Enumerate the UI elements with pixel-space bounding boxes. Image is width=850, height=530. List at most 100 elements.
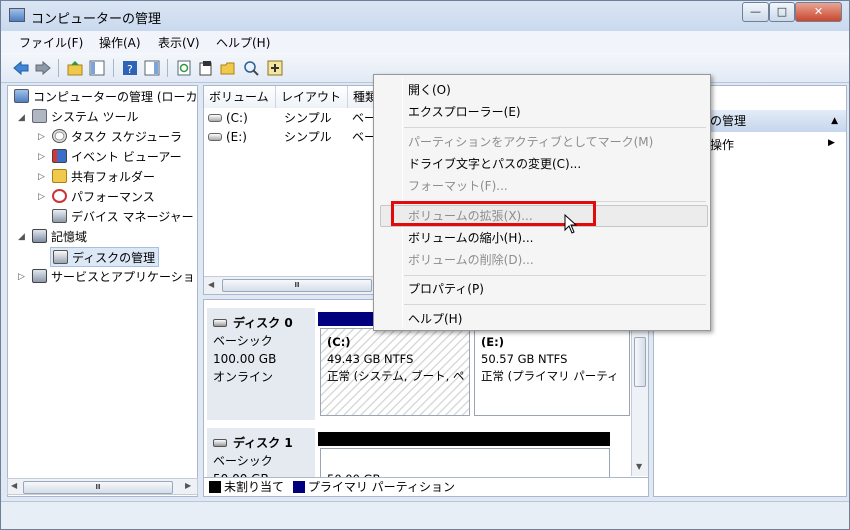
- forward-arrow-icon[interactable]: [35, 60, 51, 76]
- layout-cell: シンプル: [284, 111, 332, 125]
- list-scroll-thumb[interactable]: Ⅲ: [222, 279, 372, 292]
- partition-e[interactable]: (E:) 50.57 GB NTFS 正常 (プライマリ パーティ: [474, 328, 630, 416]
- settings-icon[interactable]: [267, 60, 283, 76]
- partition-e-status: 正常 (プライマリ パーティ: [481, 369, 619, 383]
- tree-scroll-thumb[interactable]: Ⅲ: [23, 481, 173, 494]
- menu-separator: [404, 127, 706, 128]
- close-button[interactable]: ✕: [795, 2, 842, 22]
- tree-item-system-tools[interactable]: システム ツール: [32, 107, 138, 127]
- menu-separator: [404, 304, 706, 305]
- scroll-down-arrow-icon[interactable]: ▼: [636, 462, 642, 471]
- menu-file[interactable]: ファイル(F): [19, 34, 83, 51]
- disk-0-status: オンライン: [213, 370, 274, 384]
- collapse-up-icon[interactable]: ▲: [831, 110, 838, 132]
- tree-label: サービスとアプリケーショ: [51, 270, 195, 284]
- tree-item-computer-management[interactable]: コンピューターの管理 (ローカ: [14, 87, 198, 107]
- toolbar-separator: [113, 59, 114, 77]
- help-icon[interactable]: ?: [122, 60, 138, 76]
- menu-item-explorer[interactable]: エクスプローラー(E): [408, 102, 521, 122]
- disk-0-size: 100.00 GB: [213, 352, 277, 366]
- volume-cell: (E:): [226, 130, 247, 144]
- maximize-button[interactable]: □: [769, 2, 795, 22]
- menu-view[interactable]: 表示(V): [158, 34, 200, 51]
- tree-item-event-viewer[interactable]: イベント ビューアー: [52, 147, 182, 167]
- menu-item-help[interactable]: ヘルプ(H): [408, 309, 462, 329]
- window-title: コンピューターの管理: [31, 12, 162, 27]
- menu-action[interactable]: 操作(A): [99, 34, 141, 51]
- graphic-scroll-thumb[interactable]: [634, 337, 646, 387]
- actions-item-more[interactable]: 操作: [710, 136, 734, 153]
- show-hide-tree-icon[interactable]: [89, 60, 105, 76]
- table-row[interactable]: (C:) シンプル ベー: [204, 109, 376, 128]
- event-viewer-icon: [52, 149, 67, 163]
- disk-0-label[interactable]: ディスク 0 ベーシック 100.00 GB オンライン: [207, 308, 315, 420]
- disk-0-title: ディスク 0: [213, 314, 309, 332]
- tree-label: パフォーマンス: [71, 190, 155, 204]
- partition-c-size: 49.43 GB NTFS: [327, 352, 414, 366]
- disk-management-icon: [53, 250, 68, 264]
- tree-item-storage[interactable]: 記憶域: [32, 227, 87, 247]
- menu-item-shrink-volume[interactable]: ボリュームの縮小(H)...: [408, 228, 533, 248]
- expand-arrow-icon[interactable]: ◢: [18, 113, 25, 123]
- actions-item-label: 操作: [710, 138, 735, 152]
- menu-item-delete-volume[interactable]: ボリュームの削除(D)...: [408, 250, 534, 270]
- shared-folder-icon: [52, 169, 67, 183]
- show-hide-actions-icon[interactable]: [144, 60, 160, 76]
- column-header-layout[interactable]: レイアウト: [276, 86, 348, 108]
- legend-primary-partition: プライマリ パーティション: [307, 480, 455, 494]
- disk-1-partition-spacer: [327, 454, 603, 471]
- tree-label: イベント ビューアー: [71, 150, 182, 164]
- open-folder-icon[interactable]: [220, 60, 236, 76]
- menu-item-mark-active[interactable]: パーティションをアクティブとしてマーク(M): [408, 132, 653, 152]
- tree-label: タスク スケジューラ: [71, 130, 182, 144]
- refresh-icon[interactable]: [176, 60, 192, 76]
- disk-0-kind: ベーシック: [213, 334, 273, 348]
- tree-item-device-manager[interactable]: デバイス マネージャー: [52, 207, 194, 227]
- scroll-right-arrow-icon[interactable]: ▶: [185, 481, 191, 490]
- performance-icon: [52, 189, 67, 203]
- layout-cell: シンプル: [284, 130, 332, 144]
- submenu-arrow-icon: ▶: [828, 138, 835, 148]
- scroll-left-arrow-icon[interactable]: ◀: [11, 481, 17, 490]
- expand-arrow-icon[interactable]: ◢: [18, 232, 25, 242]
- tree-item-performance[interactable]: パフォーマンス: [52, 187, 155, 207]
- collapsed-arrow-icon[interactable]: ▷: [38, 132, 45, 142]
- actions-header-label: の管理: [710, 114, 747, 128]
- title-bar[interactable]: コンピューターの管理 — □ ✕: [1, 1, 849, 31]
- tree-horizontal-scrollbar[interactable]: ◀ Ⅲ ▶: [7, 478, 198, 495]
- table-row[interactable]: (E:) シンプル ベー: [204, 128, 376, 147]
- collapsed-arrow-icon[interactable]: ▷: [38, 152, 45, 162]
- menu-item-open[interactable]: 開く(O): [408, 80, 451, 100]
- collapsed-arrow-icon[interactable]: ▷: [38, 172, 45, 182]
- menu-help[interactable]: ヘルプ(H): [216, 34, 270, 51]
- column-header-volume[interactable]: ボリューム: [204, 86, 276, 108]
- legend: 未割り当て プライマリ パーティション: [203, 477, 649, 497]
- properties-icon[interactable]: [198, 60, 214, 76]
- unallocated-swatch: [209, 481, 221, 493]
- menu-item-format[interactable]: フォーマット(F)...: [408, 176, 508, 196]
- tree-label: 記憶域: [51, 230, 88, 244]
- search-icon[interactable]: [243, 60, 259, 76]
- tree-label: コンピューターの管理 (ローカ: [33, 90, 198, 104]
- volume-cell: (C:): [226, 111, 248, 125]
- tree-item-shared-folders[interactable]: 共有フォルダー: [52, 167, 155, 187]
- menu-item-properties[interactable]: プロパティ(P): [408, 279, 484, 299]
- partition-c[interactable]: (C:) 49.43 GB NTFS 正常 (システム, ブート, ペ: [320, 328, 470, 416]
- navigation-tree: コンピューターの管理 (ローカ ◢ システム ツール ▷ タスク スケジューラ …: [7, 85, 198, 497]
- back-arrow-icon[interactable]: [13, 60, 29, 76]
- tree-item-services-applications[interactable]: サービスとアプリケーショ: [32, 267, 195, 287]
- tree-label: デバイス マネージャー: [71, 210, 194, 224]
- tree-item-disk-management[interactable]: ディスクの管理: [50, 247, 160, 267]
- menu-item-change-drive-letter[interactable]: ドライブ文字とパスの変更(C)...: [408, 154, 581, 174]
- tree-item-task-scheduler[interactable]: タスク スケジューラ: [52, 127, 182, 147]
- partition-c-status: 正常 (システム, ブート, ペ: [327, 369, 465, 383]
- menu-bar: ファイル(F) 操作(A) 表示(V) ヘルプ(H): [1, 31, 849, 53]
- minimize-button[interactable]: —: [742, 2, 769, 22]
- scroll-left-arrow-icon[interactable]: ◀: [208, 280, 214, 289]
- computer-management-icon: [9, 8, 25, 22]
- up-folder-icon[interactable]: [67, 60, 83, 76]
- computer-management-icon: [14, 89, 29, 103]
- collapsed-arrow-icon[interactable]: ▷: [18, 272, 25, 282]
- collapsed-arrow-icon[interactable]: ▷: [38, 192, 45, 202]
- toolbar-separator: [167, 59, 168, 77]
